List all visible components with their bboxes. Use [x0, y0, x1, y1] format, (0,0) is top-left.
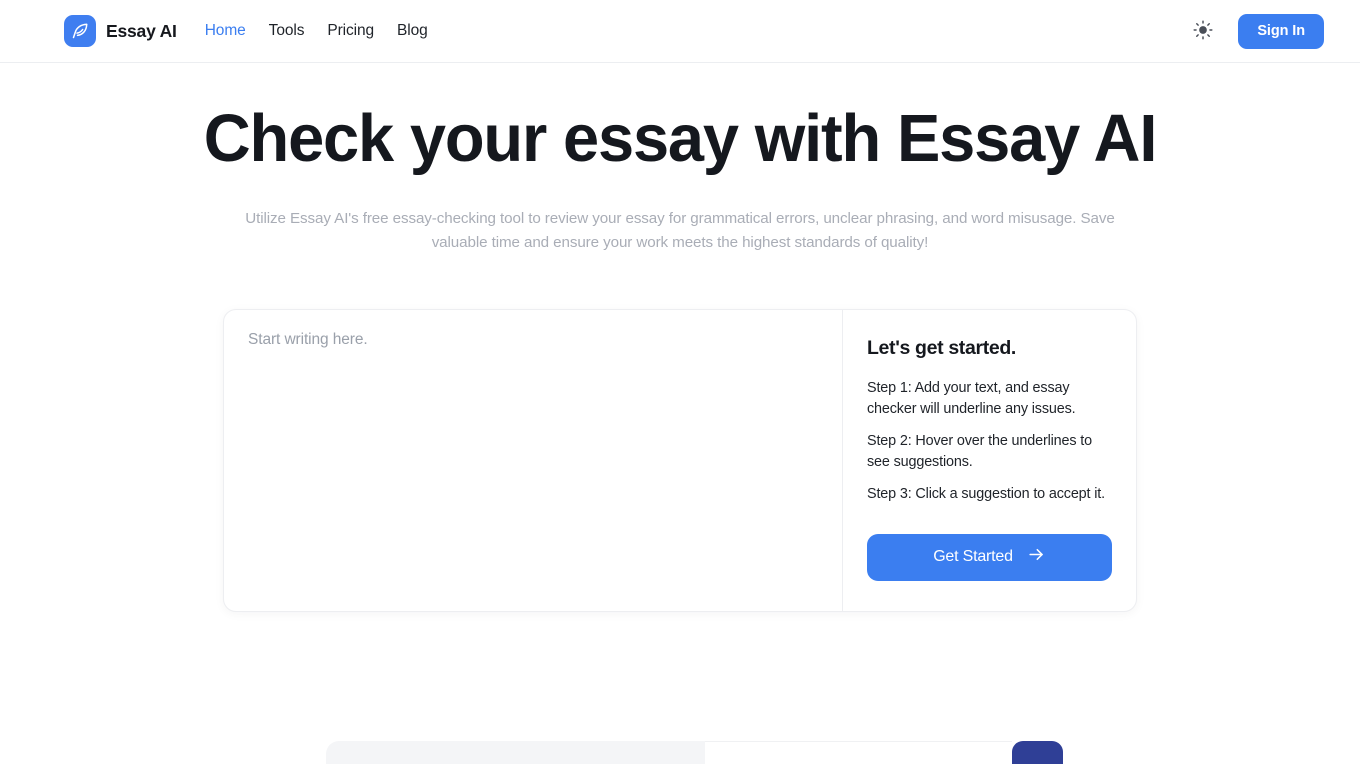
- nav-item-blog[interactable]: Blog: [397, 22, 428, 40]
- preview-left-panel: [326, 741, 705, 764]
- sign-in-button[interactable]: Sign In: [1238, 13, 1324, 49]
- page-title: Check your essay with Essay AI: [203, 101, 1158, 176]
- page-root: Essay AI Home Tools Pricing Blog Sign In…: [0, 0, 1360, 764]
- editor-card-wrapper: Start writing here. Let's get started. S…: [0, 309, 1360, 612]
- hero-subtitle-line-1: Utilize Essay AI's free essay-checking t…: [245, 210, 1077, 227]
- sun-icon: [1192, 19, 1214, 44]
- hero-section: Check your essay with Essay AI Utilize E…: [0, 63, 1360, 255]
- preview-center-panel: [705, 741, 1012, 764]
- arrow-right-icon: [1027, 545, 1046, 569]
- preview-cta-button[interactable]: [1012, 741, 1063, 764]
- main-nav: Home Tools Pricing Blog: [205, 22, 428, 40]
- next-section-preview: [326, 741, 1063, 764]
- getting-started-pane: Let's get started. Step 1: Add your text…: [843, 310, 1136, 611]
- editor-card: Start writing here. Let's get started. S…: [223, 309, 1137, 612]
- nav-item-tools[interactable]: Tools: [269, 22, 305, 40]
- essay-input-placeholder[interactable]: Start writing here.: [248, 331, 818, 349]
- hero-subtitle: Utilize Essay AI's free essay-checking t…: [228, 172, 1133, 255]
- feather-quill-icon: [64, 15, 96, 47]
- step-item-3: Step 3: Click a suggestion to accept it.: [867, 486, 1105, 502]
- essay-editor-pane[interactable]: Start writing here.: [224, 310, 843, 611]
- get-started-label: Get Started: [933, 548, 1013, 565]
- step-item-1: Step 1: Add your text, and essay checker…: [867, 380, 1076, 417]
- brand-logo[interactable]: Essay AI: [64, 15, 177, 47]
- getting-started-title: Let's get started.: [867, 337, 1016, 359]
- nav-item-home[interactable]: Home: [205, 22, 246, 40]
- get-started-button[interactable]: Get Started: [867, 533, 1112, 581]
- nav-item-pricing[interactable]: Pricing: [327, 22, 374, 40]
- site-header: Essay AI Home Tools Pricing Blog Sign In: [0, 0, 1360, 63]
- header-actions: Sign In: [1189, 13, 1324, 49]
- theme-toggle-button[interactable]: [1189, 17, 1217, 45]
- brand-name: Essay AI: [106, 20, 177, 41]
- step-item-2: Step 2: Hover over the underlines to see…: [867, 433, 1092, 470]
